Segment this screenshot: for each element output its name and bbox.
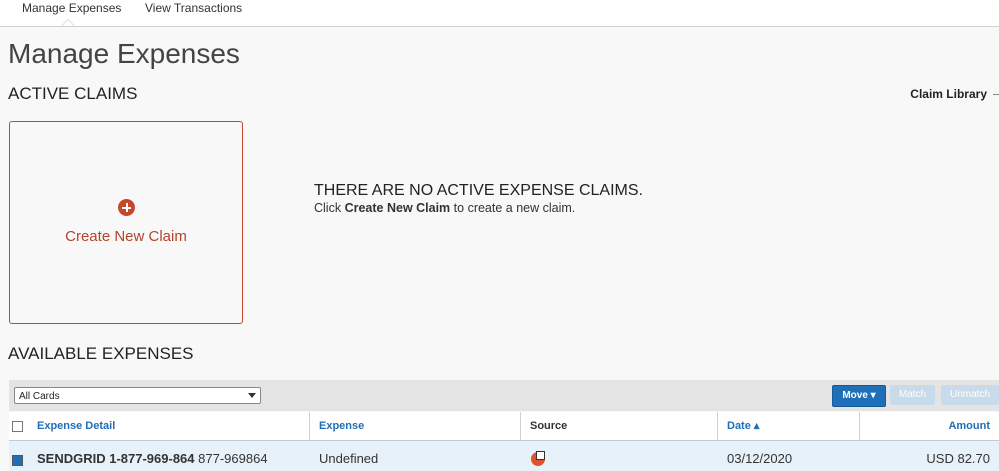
col-expense[interactable]: Expense <box>319 412 364 440</box>
row-expense-detail: SENDGRID 1-877-969-864 877-969864 <box>37 451 268 466</box>
row-amount: USD 82.70 <box>926 451 990 466</box>
card-filter-value: All Cards <box>19 391 60 402</box>
row-merchant: SENDGRID 1-877-969-864 <box>37 451 195 466</box>
plus-circle-icon <box>118 199 135 216</box>
no-claims-title: THERE ARE NO ACTIVE EXPENSE CLAIMS. <box>314 182 643 199</box>
col-source: Source <box>530 420 568 432</box>
top-tab-bar: Manage Expenses View Transactions <box>0 0 999 27</box>
column-divider <box>309 412 310 440</box>
col-amount[interactable]: Amount <box>948 412 990 440</box>
row-expense-type: Undefined <box>319 451 379 466</box>
expenses-toolbar: All Cards Move ▾ Match Unmatch <box>9 380 999 411</box>
hint-prefix: Click <box>314 201 342 215</box>
no-claims-message: THERE ARE NO ACTIVE EXPENSE CLAIMS. Clic… <box>314 182 643 216</box>
unmatch-button[interactable]: Unmatch <box>941 385 999 405</box>
active-claims-heading: ACTIVE CLAIMS <box>8 84 138 103</box>
expenses-table-header: Expense Detail Expense Source Date ▴ Amo… <box>9 412 999 441</box>
active-tab-indicator <box>61 19 75 26</box>
claim-library-divider <box>993 94 999 95</box>
col-date[interactable]: Date ▴ <box>727 412 759 440</box>
row-checkbox[interactable] <box>12 455 23 466</box>
column-divider <box>520 412 521 440</box>
column-divider <box>859 412 860 440</box>
source-card-icon <box>531 451 545 466</box>
move-button[interactable]: Move ▾ <box>832 385 886 407</box>
dropdown-arrow-icon <box>248 393 256 398</box>
tab-view-transactions[interactable]: View Transactions <box>145 0 242 26</box>
claim-library-link[interactable]: Claim Library <box>910 87 987 101</box>
row-merchant-ref: 877-969864 <box>198 451 268 466</box>
card-filter-select[interactable]: All Cards <box>14 387 261 404</box>
available-expenses-heading: AVAILABLE EXPENSES <box>8 344 194 363</box>
column-divider <box>717 412 718 440</box>
hint-suffix: to create a new claim. <box>453 201 576 215</box>
select-all-checkbox[interactable] <box>12 421 23 432</box>
create-new-claim-label: Create New Claim <box>65 228 187 245</box>
hint-bold: Create New Claim <box>344 201 451 215</box>
page-title: Manage Expenses <box>8 38 240 69</box>
table-row[interactable]: SENDGRID 1-877-969-864 877-969864 Undefi… <box>9 441 999 471</box>
create-new-claim-tile[interactable]: Create New Claim <box>9 121 243 324</box>
col-expense-detail[interactable]: Expense Detail <box>37 412 115 440</box>
no-claims-hint: Click Create New Claim to create a new c… <box>314 200 643 216</box>
row-date: 03/12/2020 <box>727 451 793 466</box>
match-button[interactable]: Match <box>890 385 935 405</box>
